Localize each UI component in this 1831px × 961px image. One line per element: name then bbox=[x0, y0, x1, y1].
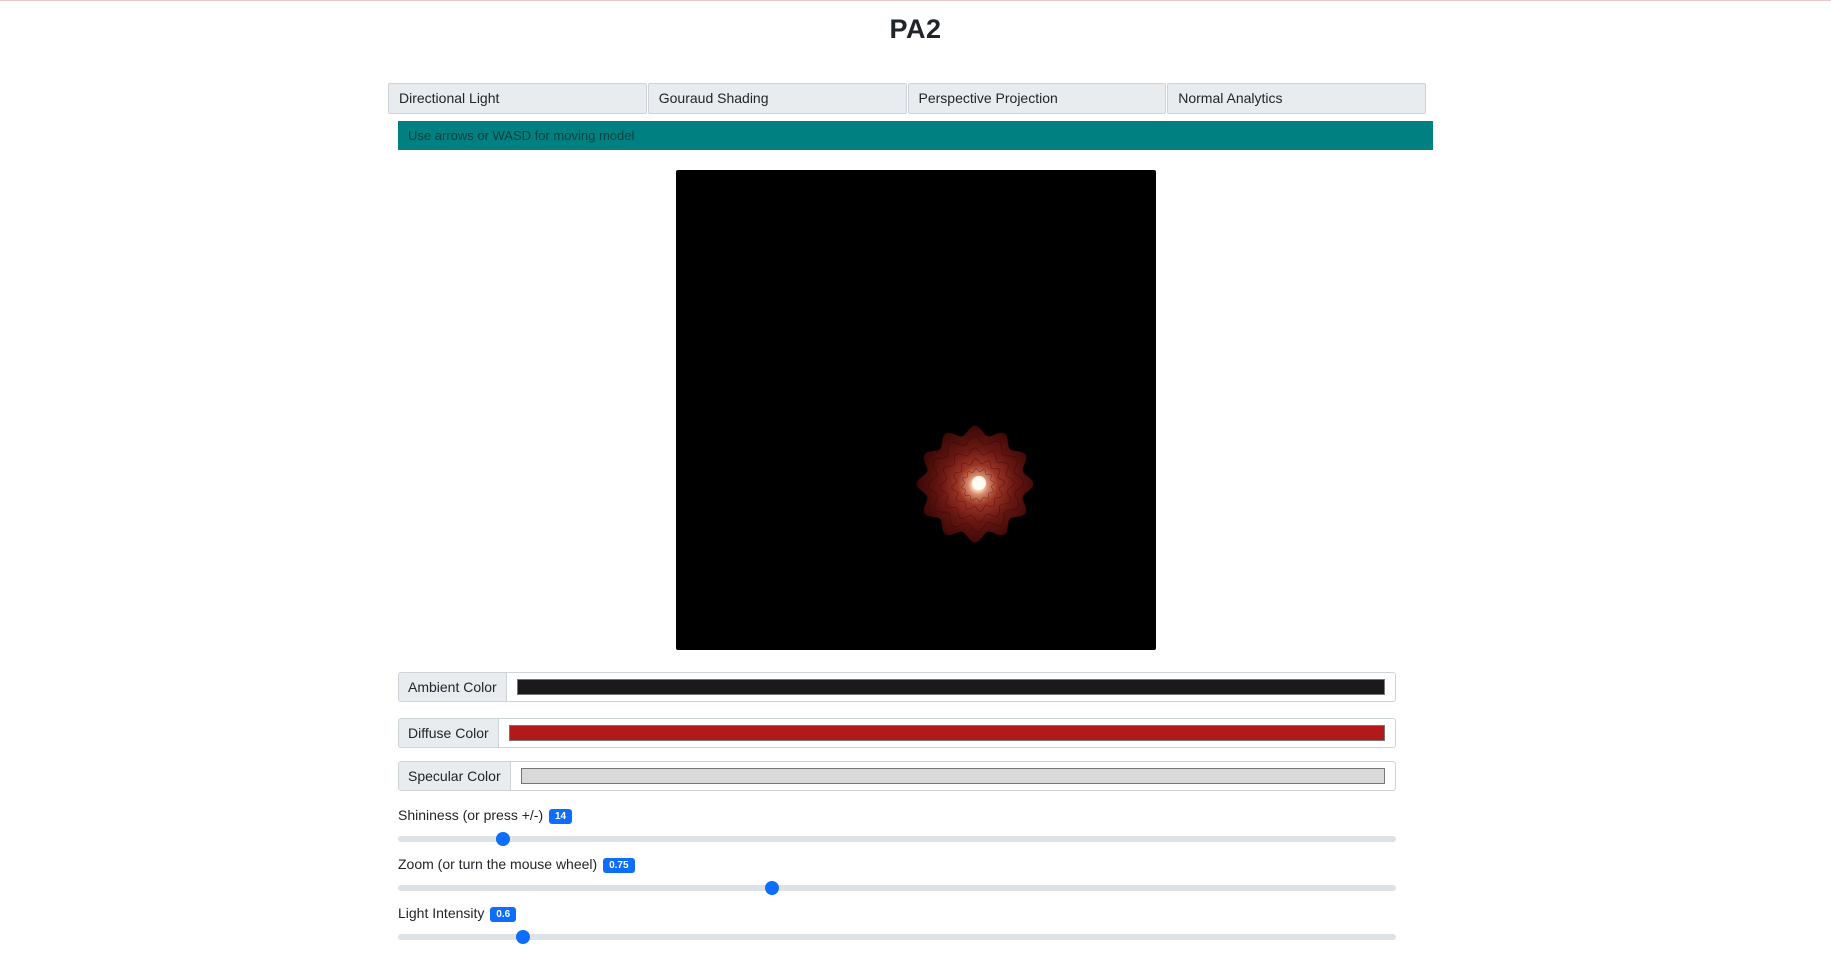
diffuse-color-group: Diffuse Color bbox=[398, 718, 1396, 748]
rendered-model bbox=[916, 425, 1034, 543]
ambient-color-input[interactable] bbox=[506, 672, 1396, 702]
light-intensity-value-badge: 0.6 bbox=[490, 907, 517, 922]
shininess-control: Shininess (or press +/-) 14 bbox=[398, 806, 1396, 846]
webgl-canvas[interactable] bbox=[676, 170, 1156, 650]
shininess-value-badge: 14 bbox=[549, 809, 573, 824]
page-title: PA2 bbox=[889, 14, 942, 44]
light-intensity-label: Light Intensity bbox=[398, 905, 485, 921]
ambient-color-label: Ambient Color bbox=[398, 672, 507, 702]
tab-normal-analytics[interactable]: Normal Analytics bbox=[1167, 83, 1426, 114]
diffuse-color-swatch bbox=[508, 725, 1385, 741]
tab-perspective-projection[interactable]: Perspective Projection bbox=[907, 83, 1167, 114]
page: PA2 Directional Light Gouraud Shading Pe… bbox=[0, 0, 1831, 961]
shininess-label: Shininess (or press +/-) bbox=[398, 807, 544, 823]
tab-directional-light[interactable]: Directional Light bbox=[388, 83, 647, 114]
top-divider bbox=[0, 0, 1831, 1]
light-intensity-control: Light Intensity 0.6 bbox=[398, 904, 1396, 944]
zoom-label: Zoom (or turn the mouse wheel) bbox=[398, 856, 598, 872]
zoom-slider-thumb[interactable] bbox=[765, 881, 780, 895]
tab-gouraud-shading[interactable]: Gouraud Shading bbox=[647, 83, 907, 114]
surface-model bbox=[916, 425, 1034, 543]
shininess-slider-thumb[interactable] bbox=[495, 832, 510, 846]
zoom-value-badge: 0.75 bbox=[603, 858, 635, 873]
instructions-alert: Use arrows or WASD for moving model bbox=[398, 121, 1433, 150]
tab-bar: Directional Light Gouraud Shading Perspe… bbox=[388, 83, 1426, 114]
ambient-color-group: Ambient Color bbox=[398, 672, 1396, 702]
specular-color-group: Specular Color bbox=[398, 761, 1396, 791]
diffuse-color-label: Diffuse Color bbox=[398, 718, 499, 748]
specular-color-swatch bbox=[520, 768, 1385, 784]
specular-color-input[interactable] bbox=[510, 761, 1396, 791]
specular-color-label: Specular Color bbox=[398, 761, 511, 791]
ambient-color-swatch bbox=[516, 679, 1385, 695]
zoom-slider[interactable] bbox=[398, 881, 1396, 895]
light-intensity-slider-thumb[interactable] bbox=[515, 930, 530, 944]
zoom-control: Zoom (or turn the mouse wheel) 0.75 bbox=[398, 855, 1396, 895]
diffuse-color-input[interactable] bbox=[498, 718, 1396, 748]
light-intensity-slider[interactable] bbox=[398, 930, 1396, 944]
shininess-slider[interactable] bbox=[398, 832, 1396, 846]
specular-highlight bbox=[972, 476, 986, 490]
